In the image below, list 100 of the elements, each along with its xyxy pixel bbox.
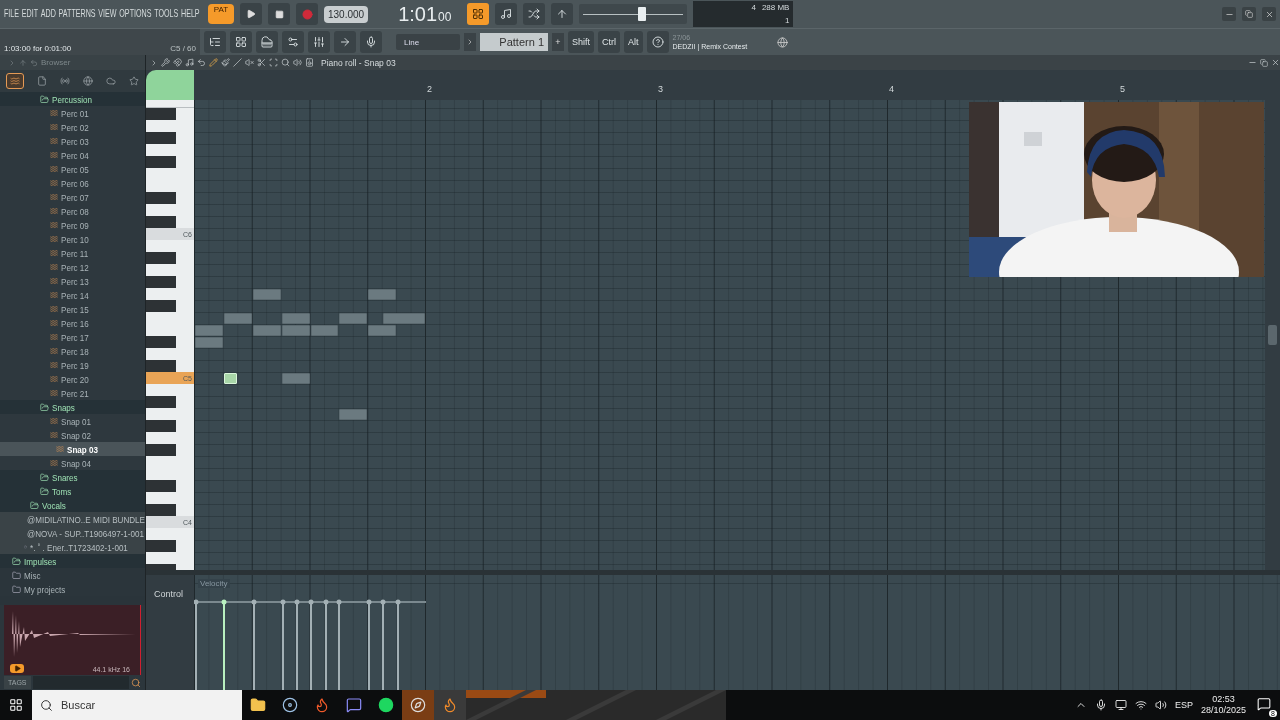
sample-icon [50, 123, 58, 131]
channel-rack-button[interactable] [230, 31, 252, 53]
browser-item[interactable]: Perc 07 [0, 190, 145, 204]
browser-item[interactable]: Perc 03 [0, 134, 145, 148]
sample-filter-button[interactable] [6, 73, 24, 89]
modifier-key-button[interactable]: Ctrl [598, 31, 620, 53]
folder-icon [40, 402, 49, 412]
browser-item[interactable]: Snares [0, 470, 145, 484]
speaker-icon [293, 58, 302, 67]
control-target: Velocity [198, 579, 230, 588]
minimize-button[interactable] [1222, 7, 1236, 21]
browser-item[interactable]: Perc 18 [0, 344, 145, 358]
browser-item-label: Perc 19 [61, 359, 89, 371]
microphone-button[interactable] [360, 31, 382, 53]
pattern-selector[interactable]: Pattern 1 [480, 33, 548, 51]
language-indicator[interactable]: ESP [1174, 700, 1193, 710]
help-button[interactable] [646, 31, 669, 53]
browser-item[interactable]: @NOVA - SUP..T1906497-1-001 [0, 526, 145, 540]
browser-item[interactable]: Snap 04 [0, 456, 145, 470]
menu-item[interactable]: TOOLS [154, 7, 179, 19]
browser-item[interactable]: Perc 19 [0, 358, 145, 372]
play-preview-button[interactable] [10, 664, 24, 673]
browser-item[interactable]: Perc 20 [0, 372, 145, 386]
master-volume-slider[interactable] [579, 4, 688, 24]
browser-item[interactable]: Toms [0, 484, 145, 498]
stop-button[interactable] [268, 3, 290, 25]
browser-item[interactable]: Perc 13 [0, 274, 145, 288]
browser-item-label: Snap 04 [61, 457, 92, 469]
metronome-button[interactable] [467, 3, 490, 25]
browser-item[interactable]: Perc 17 [0, 330, 145, 344]
add-pattern-button[interactable]: + [552, 33, 564, 51]
control-label[interactable]: Control [154, 589, 183, 599]
modifier-key-button[interactable]: Alt [624, 31, 643, 53]
tags-field[interactable] [32, 676, 129, 689]
browser-item[interactable]: Perc 04 [0, 148, 145, 162]
piano-key[interactable] [146, 100, 194, 108]
vertical-scrollbar[interactable] [1265, 100, 1280, 570]
browser-item[interactable]: Perc 09 [0, 218, 145, 232]
menu-item[interactable]: EDIT [21, 7, 39, 19]
pattern-mode-toggle[interactable]: PAT [208, 4, 234, 24]
sample-icon [50, 291, 58, 299]
restore-button[interactable] [1242, 7, 1256, 21]
browser-item[interactable]: Perc 02 [0, 120, 145, 134]
browser-item-label: *. ˚ . Ener..T1723402-1-001 [29, 541, 128, 553]
taskbar-app-button[interactable] [402, 690, 434, 720]
browser-item[interactable]: Impulses [0, 554, 145, 568]
hint-text: 1:03:00 for 0:01:00 [4, 43, 72, 53]
browser-item[interactable]: @MIDILATINO..E MIDI BUNDLE [0, 512, 145, 526]
countdown-button[interactable] [495, 3, 518, 25]
message-icon [1257, 696, 1271, 711]
arrow-button[interactable] [334, 31, 356, 53]
browser-button[interactable] [282, 31, 304, 53]
loop-record-button[interactable] [523, 3, 546, 25]
snap-dropdown[interactable]: Line [396, 34, 460, 50]
browser-item[interactable]: Perc 21 [0, 386, 145, 400]
pitch-button[interactable] [551, 3, 574, 25]
menu-item[interactable]: PATTERNS [58, 7, 96, 19]
tempo-display[interactable]: 130.000 [324, 5, 369, 23]
browser-item[interactable]: Perc 12 [0, 260, 145, 274]
scrollbar-thumb[interactable] [1268, 325, 1277, 345]
menu-item[interactable]: ADD [40, 7, 56, 19]
browser-item[interactable]: Vocals [0, 498, 145, 512]
play-button[interactable] [240, 3, 262, 25]
clock-date: 28/10/2025 [1200, 705, 1246, 716]
menu-item[interactable]: FILE [4, 7, 20, 19]
menu-item[interactable]: HELP [180, 7, 200, 19]
browser-item[interactable]: Perc 16 [0, 316, 145, 330]
browser-item[interactable]: Perc 10 [0, 232, 145, 246]
menu-item[interactable]: VIEW [98, 7, 117, 19]
browser-item[interactable]: *. ˚ . Ener..T1723402-1-001 [0, 540, 145, 554]
record-icon [301, 8, 313, 20]
mixer-button[interactable] [308, 31, 330, 53]
playlist-button[interactable] [204, 31, 226, 53]
sample-icon [50, 459, 58, 467]
browser-item[interactable]: Snaps [0, 400, 145, 414]
browser-item[interactable]: Perc 01 [0, 106, 145, 120]
zoom-icon [281, 58, 290, 67]
menu-item[interactable]: OPTIONS [119, 7, 152, 19]
slider-thumb[interactable] [638, 7, 647, 21]
piano-roll-button[interactable] [256, 31, 278, 53]
browser-item[interactable]: Snap 01 [0, 414, 145, 428]
restore-icon [1260, 58, 1268, 67]
event-editor[interactable]: Velocity [194, 575, 1280, 690]
browser-item[interactable]: Snap 02 [0, 428, 145, 442]
microphone-icon [1094, 699, 1107, 711]
browser-item[interactable]: Perc 08 [0, 204, 145, 218]
modifier-key-button[interactable]: Shift [568, 31, 594, 53]
browser-item[interactable]: Perc 06 [0, 176, 145, 190]
window-title: Piano roll - Snap 03 [321, 57, 396, 68]
browser-item[interactable]: Percussion [0, 92, 145, 106]
close-button[interactable] [1262, 7, 1276, 21]
microphone-icon [365, 36, 377, 48]
browser-item[interactable]: Perc 05 [0, 162, 145, 176]
browser-item[interactable]: Perc 14 [0, 288, 145, 302]
wrench-icon [161, 58, 170, 67]
search-field[interactable]: Buscar [32, 690, 242, 720]
browser-item[interactable]: Snap 03 [0, 442, 145, 456]
record-button[interactable] [296, 3, 318, 25]
browser-item[interactable]: Perc 11 [0, 246, 145, 260]
browser-item[interactable]: Perc 15 [0, 302, 145, 316]
